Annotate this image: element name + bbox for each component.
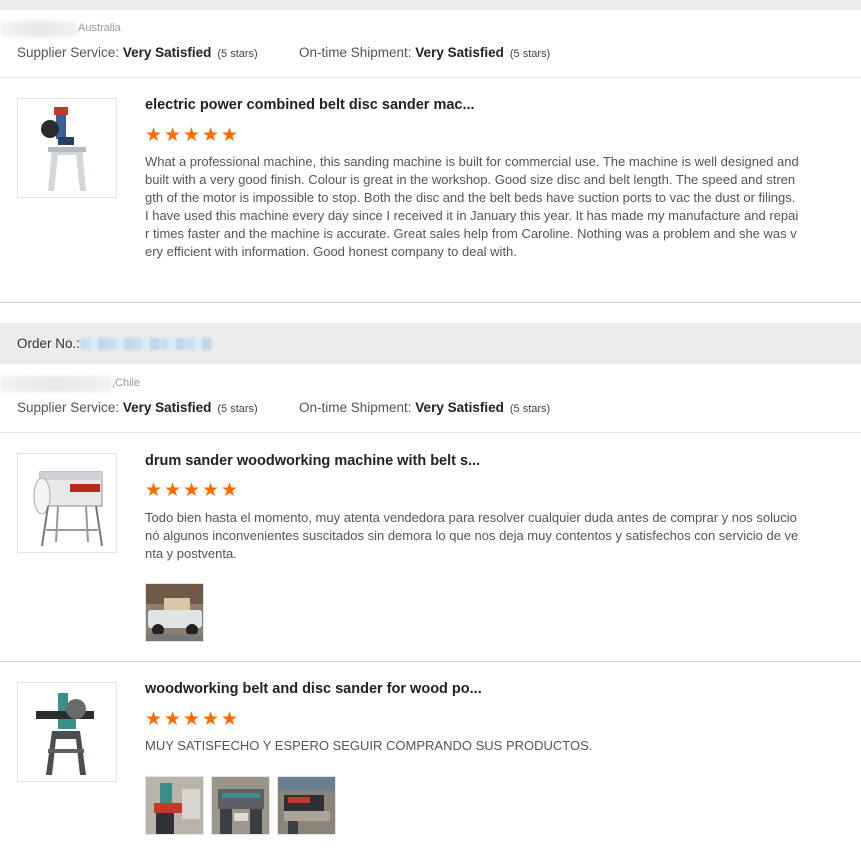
review-photo[interactable] [145, 583, 204, 642]
star-icon: ★ [145, 709, 163, 730]
product-thumbnail[interactable] [17, 682, 117, 782]
drum-sander-image [33, 471, 103, 547]
product-thumbnail[interactable] [17, 98, 117, 198]
divider [0, 77, 861, 78]
supplier-service-label: Supplier Service: [17, 45, 123, 60]
shipment-rating: On-time Shipment: Very Satisfied (5 stars… [299, 400, 550, 415]
sander-photo [146, 777, 203, 834]
supplier-service-rating: Supplier Service: Very Satisfied (5 stars… [17, 400, 258, 415]
order-bar: Order No.: [0, 323, 861, 364]
star-icon: ★ [221, 709, 239, 730]
shipment-value: Very Satisfied [415, 45, 504, 60]
review-text: Todo bien hasta el momento, muy atenta v… [145, 510, 799, 561]
star-icon: ★ [183, 709, 201, 730]
supplier-ratings: Supplier Service: Very Satisfied (5 stars… [17, 400, 857, 418]
shipment-value: Very Satisfied [415, 400, 504, 415]
product-title[interactable]: drum sander woodworking machine with bel… [145, 453, 480, 469]
star-icon: ★ [145, 480, 163, 501]
star-icon: ★ [183, 125, 201, 146]
divider [0, 432, 861, 433]
shipment-stars: (5 stars) [509, 48, 551, 60]
star-icon: ★ [202, 709, 220, 730]
shipment-label: On-time Shipment: [299, 45, 416, 60]
product-title[interactable]: woodworking belt and disc sander for woo… [145, 681, 482, 697]
belt-disc-sander-image [41, 107, 86, 191]
shipment-label: On-time Shipment: [299, 400, 416, 415]
shipment-rating: On-time Shipment: Very Satisfied (5 stars… [299, 45, 550, 60]
review-stars: ★ ★ ★ ★ ★ [145, 480, 240, 501]
buyer-country: ,Chile [112, 377, 141, 389]
top-band [0, 0, 861, 10]
star-icon: ★ [202, 125, 220, 146]
pickup-truck-photo [146, 584, 203, 641]
supplier-ratings: Supplier Service: Very Satisfied (5 stars… [17, 45, 857, 63]
star-icon: ★ [145, 125, 163, 146]
sander-photo [278, 777, 335, 834]
product-title[interactable]: electric power combined belt disc sander… [145, 97, 475, 113]
review-stars: ★ ★ ★ ★ ★ [145, 125, 240, 146]
sander-photo [212, 777, 269, 834]
star-icon: ★ [221, 125, 239, 146]
buyer-name-redacted [0, 376, 112, 392]
buyer-info: ,Chile [0, 374, 861, 394]
star-icon: ★ [202, 480, 220, 501]
order-number-label: Order No.: [17, 336, 81, 351]
supplier-service-stars: (5 stars) [217, 403, 258, 415]
buyer-country: Australia [78, 22, 121, 34]
supplier-service-stars: (5 stars) [217, 48, 258, 60]
review-text: What a professional machine, this sandin… [145, 154, 799, 259]
review-photo[interactable] [145, 776, 204, 835]
star-icon: ★ [221, 480, 239, 501]
order-number-redacted [80, 338, 212, 350]
star-icon: ★ [183, 480, 201, 501]
supplier-service-value: Very Satisfied [122, 400, 212, 415]
star-icon: ★ [164, 480, 182, 501]
divider [0, 302, 861, 303]
shipment-stars: (5 stars) [509, 403, 551, 415]
star-icon: ★ [164, 125, 182, 146]
supplier-service-label: Supplier Service: [17, 400, 123, 415]
review-text: MUY SATISFECHO Y ESPERO SEGUIR COMPRANDO… [145, 738, 593, 753]
divider [0, 661, 861, 662]
star-icon: ★ [164, 709, 182, 730]
supplier-service-value: Very Satisfied [122, 45, 212, 60]
supplier-service-rating: Supplier Service: Very Satisfied (5 stars… [17, 45, 258, 60]
buyer-name-redacted [0, 21, 78, 37]
review-photo[interactable] [277, 776, 336, 835]
belt-disc-sander-image [36, 693, 94, 775]
review-stars: ★ ★ ★ ★ ★ [145, 709, 240, 730]
review-photo[interactable] [211, 776, 270, 835]
product-thumbnail[interactable] [17, 453, 117, 553]
buyer-info: Australia [0, 19, 861, 39]
